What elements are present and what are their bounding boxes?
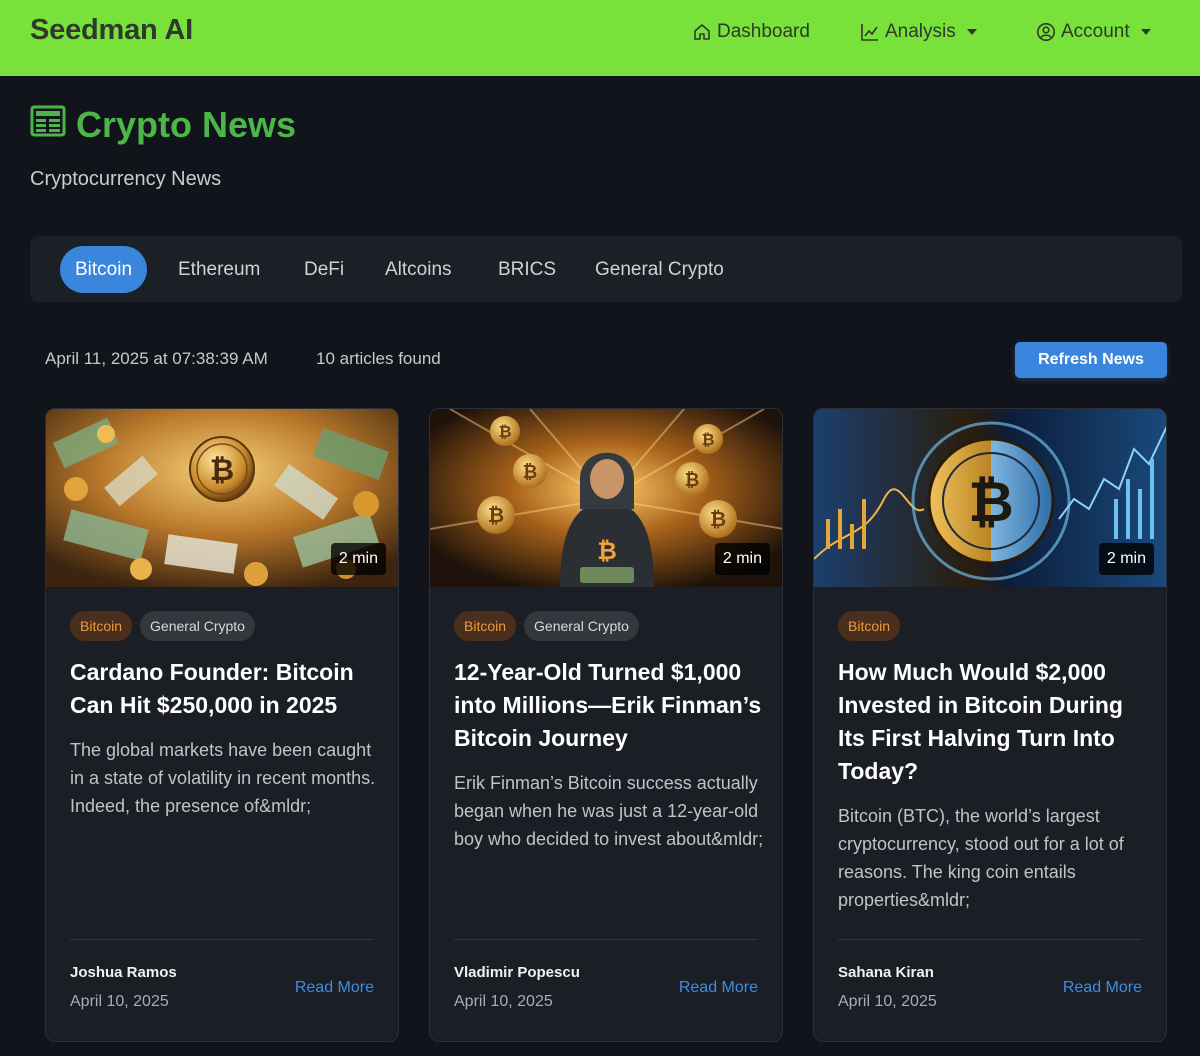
svg-text:₿: ₿	[523, 462, 538, 483]
article-image[interactable]: ₿ ₿ ₿ ₿ ₿ ₿ ₿ 2 min	[430, 409, 782, 587]
divider	[838, 939, 1142, 940]
refresh-news-button[interactable]: Refresh News	[1015, 342, 1167, 378]
category-tabs: Bitcoin Ethereum DeFi Altcoins BRICS Gen…	[30, 236, 1182, 302]
tag-bitcoin[interactable]: Bitcoin	[454, 611, 517, 641]
nav-dashboard[interactable]: Dashboard	[692, 20, 810, 44]
svg-text:₿: ₿	[968, 470, 1014, 535]
navbar: Seedman AI Dashboard Analysis Account	[0, 0, 1200, 76]
chart-line-icon	[860, 22, 880, 42]
tag-list: Bitcoin General Crypto	[70, 611, 255, 641]
chevron-down-icon	[966, 29, 977, 35]
page-subtitle: Cryptocurrency News	[30, 168, 222, 190]
article-count: 10 articles found	[316, 349, 441, 368]
nav-account[interactable]: Account	[1036, 20, 1151, 44]
tag-bitcoin[interactable]: Bitcoin	[70, 611, 133, 641]
read-more-link[interactable]: Read More	[1063, 979, 1142, 997]
article-date: April 10, 2025	[70, 993, 169, 1010]
brand-logo[interactable]: Seedman AI	[30, 14, 193, 47]
tab-bitcoin[interactable]: Bitcoin	[60, 246, 148, 293]
tab-ethereum[interactable]: Ethereum	[163, 246, 275, 293]
article-card[interactable]: ₿ 2 min Bitcoin How Much Would $2,000 In…	[813, 408, 1167, 1042]
svg-text:₿: ₿	[597, 537, 617, 565]
page-title-text: Crypto News	[76, 104, 297, 145]
article-title[interactable]: 12-Year-Old Turned $1,000 into Millions—…	[454, 656, 764, 755]
page-title: Crypto News	[30, 104, 296, 146]
article-image[interactable]: ₿ 2 min	[46, 409, 398, 587]
read-more-link[interactable]: Read More	[295, 979, 374, 997]
article-author: Sahana Kiran	[838, 964, 934, 981]
tab-defi[interactable]: DeFi	[289, 246, 359, 293]
newspaper-icon	[30, 104, 66, 146]
tag-bitcoin[interactable]: Bitcoin	[838, 611, 901, 641]
read-more-link[interactable]: Read More	[679, 979, 758, 997]
article-description: The global markets have been caught in a…	[70, 740, 376, 816]
home-icon	[692, 22, 712, 42]
article-author: Joshua Ramos	[70, 964, 177, 981]
tag-list: Bitcoin	[838, 611, 901, 641]
chevron-down-icon	[1140, 29, 1151, 35]
tab-general-crypto[interactable]: General Crypto	[580, 246, 739, 293]
article-author: Vladimir Popescu	[454, 964, 580, 981]
article-description: Bitcoin (BTC), the world’s largest crypt…	[838, 806, 1124, 910]
article-title[interactable]: Cardano Founder: Bitcoin Can Hit $250,00…	[70, 656, 380, 722]
divider	[70, 939, 374, 940]
user-circle-icon	[1036, 22, 1056, 42]
tab-altcoins[interactable]: Altcoins	[370, 246, 467, 293]
svg-text:₿: ₿	[488, 503, 504, 527]
tag-general-crypto[interactable]: General Crypto	[524, 611, 639, 641]
article-card[interactable]: ₿ 2 min Bitcoin General Crypto Cardano F…	[45, 408, 399, 1042]
read-time-badge: 2 min	[1098, 543, 1154, 575]
article-date: April 10, 2025	[454, 993, 553, 1010]
read-time-badge: 2 min	[714, 543, 770, 575]
article-date: April 10, 2025	[838, 993, 937, 1010]
nav-analysis-label: Analysis	[885, 21, 956, 42]
read-time-badge: 2 min	[330, 543, 386, 575]
svg-text:₿: ₿	[701, 430, 714, 449]
article-image[interactable]: ₿ 2 min	[814, 409, 1166, 587]
article-title[interactable]: How Much Would $2,000 Invested in Bitcoi…	[838, 656, 1148, 788]
svg-text:₿: ₿	[210, 453, 234, 488]
svg-text:₿: ₿	[498, 422, 511, 441]
tag-general-crypto[interactable]: General Crypto	[140, 611, 255, 641]
tag-list: Bitcoin General Crypto	[454, 611, 639, 641]
tab-brics[interactable]: BRICS	[483, 246, 571, 293]
nav-analysis[interactable]: Analysis	[860, 20, 977, 44]
last-updated-timestamp: April 11, 2025 at 07:38:39 AM	[45, 349, 268, 368]
divider	[454, 939, 758, 940]
nav-dashboard-label: Dashboard	[717, 21, 810, 42]
nav-account-label: Account	[1061, 21, 1130, 42]
article-card[interactable]: ₿ ₿ ₿ ₿ ₿ ₿ ₿ 2 min Bitcoin General Cryp…	[429, 408, 783, 1042]
article-description: Erik Finman’s Bitcoin success actually b…	[454, 773, 764, 849]
svg-text:₿: ₿	[685, 470, 700, 491]
svg-text:₿: ₿	[710, 507, 726, 531]
